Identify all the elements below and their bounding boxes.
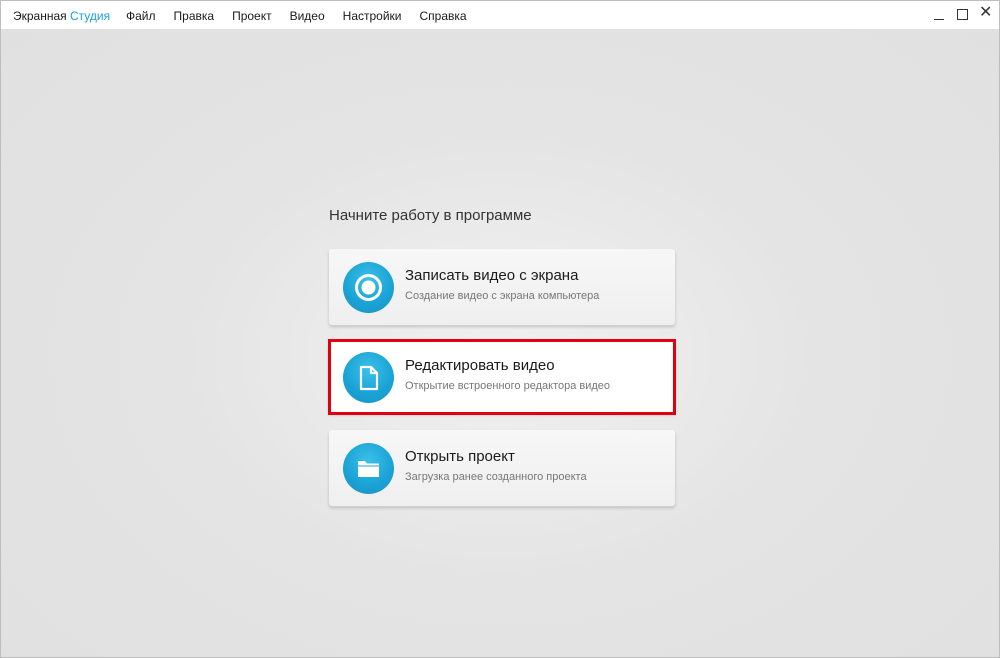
menu-settings[interactable]: Настройки — [343, 9, 402, 25]
minimize-button[interactable] — [927, 1, 951, 29]
folder-icon — [343, 443, 394, 494]
edit-video-title: Редактировать видео — [405, 357, 555, 374]
close-icon: ✕ — [979, 4, 993, 21]
menu-project[interactable]: Проект — [232, 9, 272, 25]
open-project-button[interactable]: Открыть проект Загрузка ранее созданного… — [329, 430, 675, 506]
app-title-main: Экранная — [13, 9, 70, 23]
edit-video-button[interactable]: Редактировать видео Открытие встроенного… — [329, 339, 675, 413]
close-button[interactable]: ✕ — [975, 1, 999, 29]
open-project-subtitle: Загрузка ранее созданного проекта — [405, 471, 587, 483]
minimize-icon — [934, 19, 944, 20]
start-prompt: Начните работу в программе — [329, 207, 532, 224]
record-icon — [343, 262, 394, 313]
app-window: Экранная Студия Файл Правка Проект Видео… — [0, 0, 1000, 658]
record-screen-button[interactable]: Записать видео с экрана Создание видео с… — [329, 249, 675, 325]
open-project-title: Открыть проект — [405, 448, 515, 465]
menu-help[interactable]: Справка — [420, 9, 467, 25]
record-screen-title: Записать видео с экрана — [405, 267, 579, 284]
app-title: Экранная Студия — [13, 9, 110, 23]
menu-file[interactable]: Файл — [126, 9, 156, 25]
menu-video[interactable]: Видео — [290, 9, 325, 25]
document-icon — [343, 352, 394, 403]
record-screen-subtitle: Создание видео с экрана компьютера — [405, 290, 600, 302]
title-bar: Экранная Студия Файл Правка Проект Видео… — [1, 1, 999, 29]
window-controls: ✕ — [927, 1, 999, 29]
menu-bar: Файл Правка Проект Видео Настройки Справ… — [126, 9, 485, 25]
app-title-accent: Студия — [69, 9, 111, 23]
maximize-icon — [957, 9, 968, 20]
edit-video-subtitle: Открытие встроенного редактора видео — [405, 380, 611, 392]
menu-edit[interactable]: Правка — [174, 9, 215, 25]
maximize-button[interactable] — [951, 1, 975, 29]
